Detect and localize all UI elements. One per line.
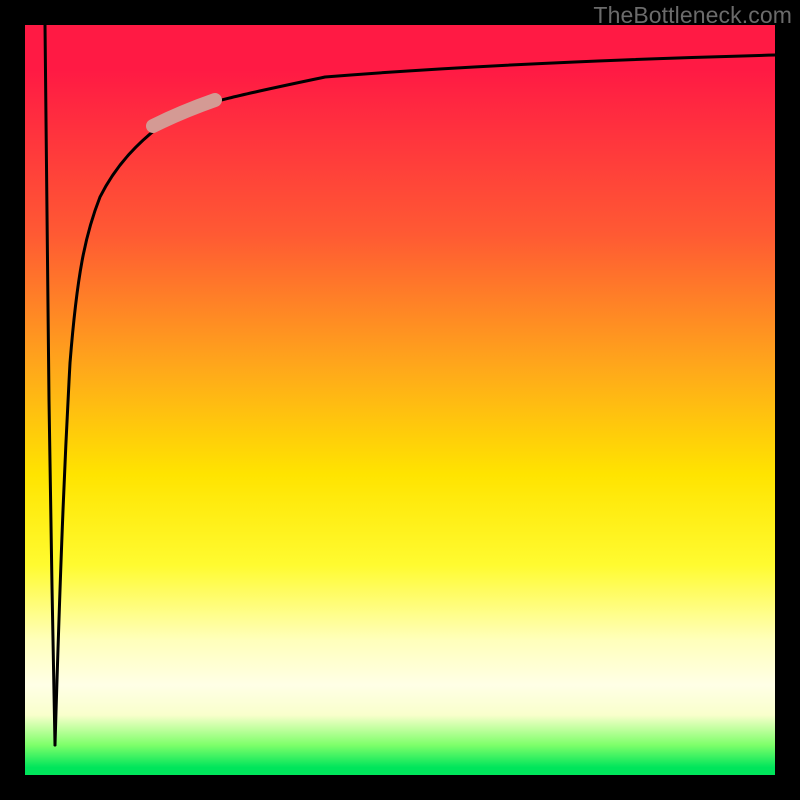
curve-descending <box>45 25 55 745</box>
chart-frame: TheBottleneck.com <box>0 0 800 800</box>
frame-edge-left <box>0 0 25 800</box>
frame-edge-bottom <box>0 775 800 800</box>
watermark-text: TheBottleneck.com <box>593 2 792 29</box>
frame-edge-right <box>775 0 800 800</box>
curve-highlight-segment <box>153 100 215 126</box>
curve-ascending <box>55 55 775 745</box>
curve-layer <box>25 25 775 775</box>
